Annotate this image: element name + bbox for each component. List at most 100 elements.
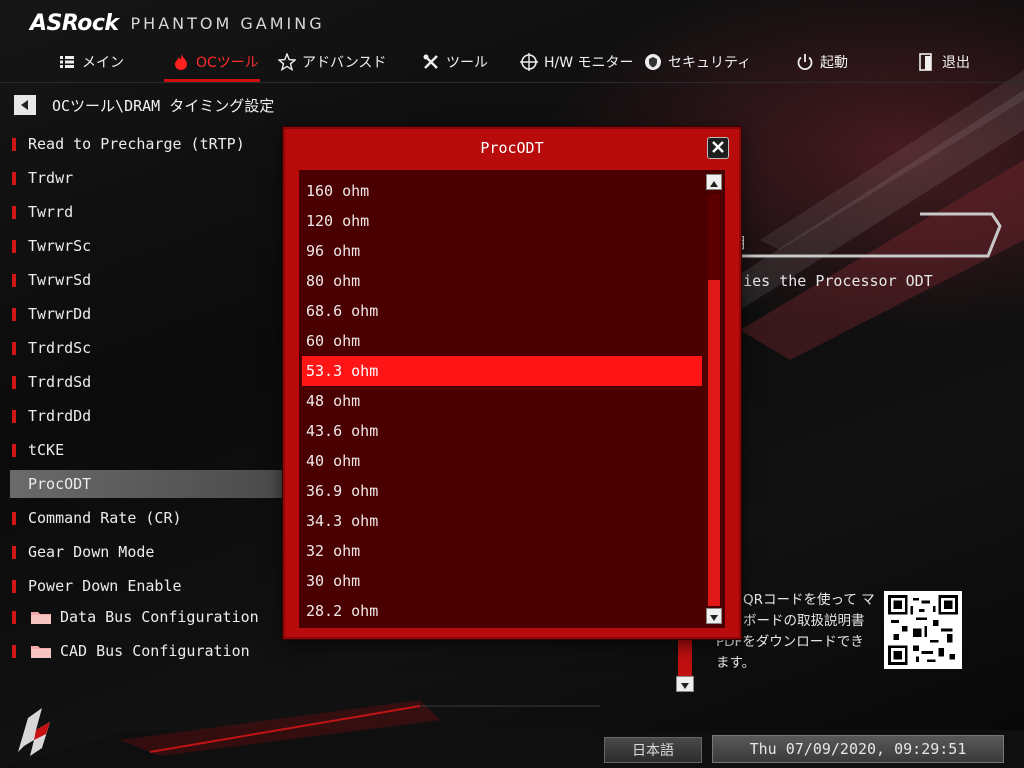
tools-icon — [422, 53, 440, 71]
option-list: 160 ohm 120 ohm 96 ohm 80 ohm 68.6 ohm 6… — [299, 170, 725, 628]
crosshair-icon — [520, 53, 538, 71]
tab-tool[interactable]: ツール — [422, 44, 488, 80]
help-scrollbar[interactable] — [676, 636, 694, 692]
setting-twrwrsd[interactable]: TwrwrSd — [10, 266, 290, 294]
setting-power-down-enable[interactable]: Power Down Enable — [10, 572, 290, 600]
chevron-down-icon — [710, 607, 718, 625]
option-label: 32 ohm — [306, 542, 361, 560]
tab-exit[interactable]: 退出 — [918, 44, 970, 80]
close-button[interactable] — [707, 137, 729, 159]
option-label: 160 ohm — [306, 182, 370, 200]
option-160-ohm[interactable]: 160 ohm — [302, 176, 702, 206]
phantom-gaming-logo — [12, 700, 62, 760]
setting-label: TwrwrSd — [28, 271, 92, 289]
row-marker — [12, 579, 16, 593]
row-marker — [12, 443, 16, 457]
power-icon — [796, 53, 814, 71]
dialog-title: ProcODT — [480, 139, 544, 157]
row-marker — [12, 610, 16, 624]
setting-twrwrsc[interactable]: TwrwrSc — [10, 232, 290, 260]
shield-icon — [644, 53, 662, 71]
option-68-6-ohm[interactable]: 68.6 ohm — [302, 296, 702, 326]
nav-divider — [0, 82, 1024, 83]
row-marker — [12, 273, 16, 287]
folder-data-bus-configuration[interactable]: Data Bus Configuration — [10, 603, 290, 631]
tab-advanced-label: アドバンスド — [302, 55, 387, 71]
setting-tcke[interactable]: tCKE — [10, 436, 290, 464]
row-marker — [12, 205, 16, 219]
help-scrollbar-thumb[interactable] — [678, 636, 692, 676]
setting-procodt[interactable]: ProcODT — [10, 470, 290, 498]
setting-label: Data Bus Configuration — [60, 608, 259, 626]
back-button[interactable] — [14, 95, 36, 115]
tab-advanced[interactable]: アドバンスド — [278, 44, 386, 80]
row-marker — [12, 409, 16, 423]
option-34-3-ohm[interactable]: 34.3 ohm — [302, 506, 702, 536]
procodt-dialog: ProcODT 160 ohm 120 ohm 96 ohm 80 ohm 68… — [283, 127, 741, 639]
option-30-ohm[interactable]: 30 ohm — [302, 566, 702, 596]
main-nav: メイン OCツール アドバンスド ツール H/W モニター セキュリティ 起動 … — [0, 44, 1024, 80]
option-label: 80 ohm — [306, 272, 361, 290]
language-button[interactable]: 日本語 — [604, 737, 702, 763]
help-scroll-down-button[interactable] — [676, 676, 694, 692]
folder-icon — [30, 643, 52, 659]
back-arrow-icon — [20, 96, 30, 114]
setting-trdrdsd[interactable]: TrdrdSd — [10, 368, 290, 396]
option-label: 96 ohm — [306, 242, 361, 260]
help-title-frame — [720, 212, 1002, 258]
option-80-ohm[interactable]: 80 ohm — [302, 266, 702, 296]
option-label: 28.2 ohm — [306, 602, 379, 620]
setting-command-rate[interactable]: Command Rate (CR) — [10, 504, 290, 532]
option-label: 48 ohm — [306, 392, 361, 410]
tab-oc-tweaker[interactable]: OCツール — [172, 44, 259, 80]
setting-label: Read to Precharge (tRTP) — [28, 135, 245, 153]
option-label: 60 ohm — [306, 332, 361, 350]
tab-hw-monitor[interactable]: H/W モニター — [520, 44, 634, 80]
star-icon — [278, 53, 296, 71]
breadcrumb-path: OCツール\DRAM タイミング設定 — [52, 96, 275, 115]
row-marker — [12, 644, 16, 658]
setting-label: TrdrdDd — [28, 407, 92, 425]
setting-label: Twrrd — [28, 203, 74, 221]
option-96-ohm[interactable]: 96 ohm — [302, 236, 702, 266]
setting-gear-down-mode[interactable]: Gear Down Mode — [10, 538, 290, 566]
option-28-2-ohm[interactable]: 28.2 ohm — [302, 596, 702, 626]
folder-icon — [30, 609, 52, 625]
setting-twrwrdd[interactable]: TwrwrDd — [10, 300, 290, 328]
option-label: 30 ohm — [306, 572, 361, 590]
setting-trdwr[interactable]: Trdwr — [10, 164, 290, 192]
scroll-up-button[interactable] — [706, 174, 722, 190]
setting-trtp[interactable]: Read to Precharge (tRTP) — [10, 130, 290, 158]
tab-exit-label: 退出 — [942, 55, 970, 71]
help-description: cifies the Processor ODT — [716, 272, 933, 290]
setting-label: Trdwr — [28, 169, 74, 187]
chevron-down-icon — [681, 675, 689, 693]
setting-label: Command Rate (CR) — [28, 509, 182, 527]
option-40-ohm[interactable]: 40 ohm — [302, 446, 702, 476]
breadcrumb: OCツール\DRAM タイミング設定 — [14, 94, 274, 116]
scroll-down-button[interactable] — [706, 608, 722, 624]
option-43-6-ohm[interactable]: 43.6 ohm — [302, 416, 702, 446]
folder-cad-bus-configuration[interactable]: CAD Bus Configuration — [10, 637, 290, 665]
row-marker — [12, 171, 16, 185]
setting-trdrdsc[interactable]: TrdrdSc — [10, 334, 290, 362]
option-scrollbar[interactable] — [705, 174, 723, 626]
row-marker — [12, 307, 16, 321]
flame-icon — [172, 53, 190, 71]
option-label: 43.6 ohm — [306, 422, 379, 440]
row-marker — [12, 239, 16, 253]
setting-twrrd[interactable]: Twrrd — [10, 198, 290, 226]
option-53-3-ohm-selected[interactable]: 53.3 ohm — [302, 356, 702, 386]
row-marker — [12, 375, 16, 389]
tab-security[interactable]: セキュリティ — [644, 44, 751, 80]
tab-main[interactable]: メイン — [58, 44, 124, 80]
scrollbar-thumb[interactable] — [708, 280, 720, 606]
tab-boot[interactable]: 起動 — [796, 44, 848, 80]
datetime-display: Thu 07/09/2020, 09:29:51 — [712, 735, 1004, 763]
option-36-9-ohm[interactable]: 36.9 ohm — [302, 476, 702, 506]
setting-trdrddd[interactable]: TrdrdDd — [10, 402, 290, 430]
option-120-ohm[interactable]: 120 ohm — [302, 206, 702, 236]
option-32-ohm[interactable]: 32 ohm — [302, 536, 702, 566]
option-48-ohm[interactable]: 48 ohm — [302, 386, 702, 416]
option-60-ohm[interactable]: 60 ohm — [302, 326, 702, 356]
